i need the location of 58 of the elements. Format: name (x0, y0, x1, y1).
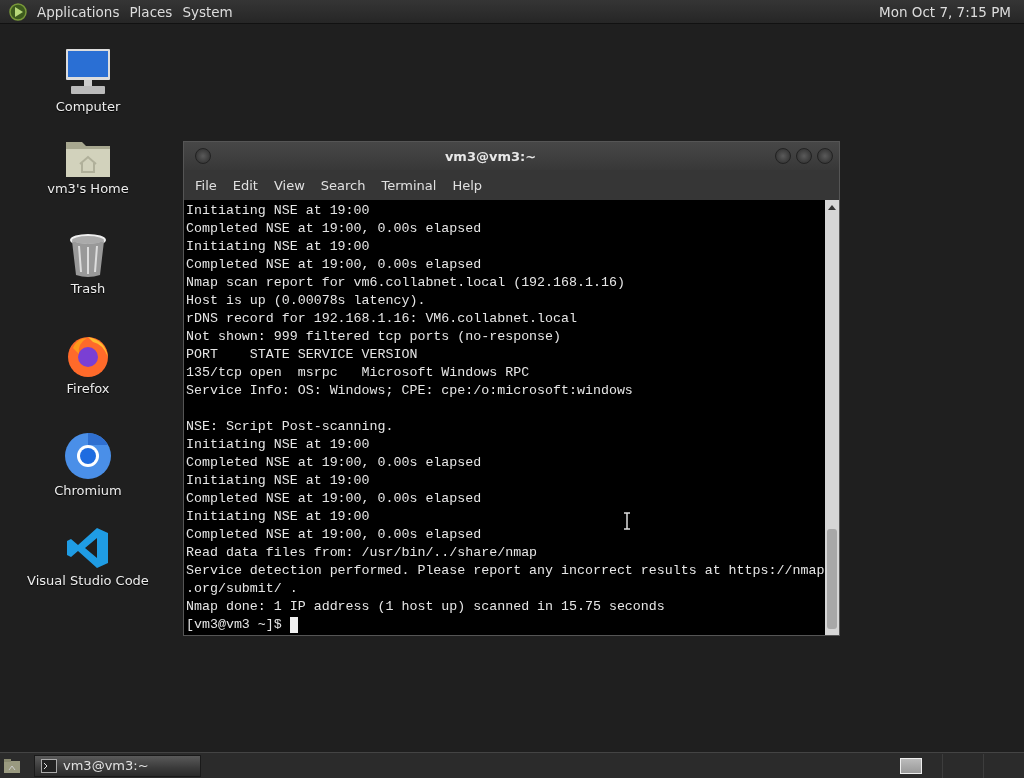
terminal-line: rDNS record for 192.168.1.16: VM6.collabnet.local (186, 310, 577, 328)
chromium-icon (64, 432, 112, 480)
trash-icon (69, 234, 107, 278)
terminal-line: Completed NSE at 19:00, 0.00s elapsed (186, 256, 482, 274)
terminal-line: NSE: Script Post-scanning. (186, 418, 394, 436)
terminal-line: Host is up (0.00078s latency). (186, 292, 426, 310)
terminal-line: Completed NSE at 19:00, 0.00s elapsed (186, 526, 482, 544)
i-beam-cursor-icon (623, 512, 631, 530)
terminal-line: Completed NSE at 19:00, 0.00s elapsed (186, 220, 482, 238)
computer-icon (63, 48, 113, 96)
menu-item[interactable]: Help (444, 177, 491, 193)
menu-item[interactable]: Terminal (373, 177, 445, 193)
terminal-line: PORT STATE SERVICE VERSION (186, 346, 418, 364)
taskbar-button[interactable]: vm3@vm3:~ (34, 754, 201, 777)
terminal-line: Service detection performed. Please report any incorrect results at https://nmap (186, 562, 825, 580)
scrollbar[interactable] (825, 200, 839, 635)
terminal-line: .org/submit/ . (186, 580, 298, 598)
panel-menu[interactable]: System (177, 3, 238, 20)
terminal-line: Initiating NSE at 19:00 (186, 238, 370, 256)
terminal-icon (41, 758, 57, 773)
panel-menu[interactable]: Places (124, 3, 178, 20)
terminal-line: Initiating NSE at 19:00 (186, 436, 370, 454)
terminal-line: Initiating NSE at 19:00 (186, 508, 370, 526)
terminal-line: Service Info: OS: Windows; CPE: cpe:/o:microsoft:windows (186, 382, 633, 400)
text-cursor (289, 617, 298, 633)
close-button[interactable] (817, 148, 833, 164)
minimize-button[interactable] (775, 148, 791, 164)
menu-item[interactable]: View (265, 177, 313, 193)
terminal-line: Nmap done: 1 IP address (1 host up) scanned in 15.75 seconds (186, 598, 665, 616)
workspace-switcher[interactable] (900, 757, 922, 774)
shell-prompt: [vm3@vm3 ~]$ (186, 616, 282, 634)
desktop-icon-label[interactable]: vm3's Home (47, 181, 129, 196)
desktop-icon-label[interactable]: Visual Studio Code (27, 573, 149, 588)
code-editor-icon (66, 526, 110, 570)
terminal-line: Completed NSE at 19:00, 0.00s elapsed (186, 490, 482, 508)
panel-menu[interactable]: Applications (32, 3, 125, 20)
window-title: vm3@vm3:~ (443, 148, 538, 164)
terminal-line: Initiating NSE at 19:00 (186, 202, 370, 220)
scrollbar-thumb[interactable] (827, 529, 837, 629)
desktop-icon-label[interactable]: Trash (70, 281, 106, 296)
menu-item[interactable]: Search (312, 177, 374, 193)
maximize-button[interactable] (796, 148, 812, 164)
terminal-line: Completed NSE at 19:00, 0.00s elapsed (186, 454, 482, 472)
app-menu-logo-icon[interactable] (8, 1, 28, 22)
terminal-line: Initiating NSE at 19:00 (186, 472, 370, 490)
terminal-line: Nmap scan report for vm6.collabnet.local (192.168.1.16) (186, 274, 625, 292)
terminal-line: Not shown: 999 filtered tcp ports (no-response) (186, 328, 562, 346)
show-desktop-icon[interactable] (3, 757, 21, 774)
desktop-icon-label[interactable]: Computer (55, 99, 121, 114)
desktop-icon-label[interactable]: Firefox (66, 381, 110, 396)
menu-item[interactable]: Edit (224, 177, 266, 193)
terminal-line: Read data files from: /usr/bin/../share/nmap (186, 544, 538, 562)
desktop-icon-label[interactable]: Chromium (54, 483, 122, 498)
terminal-line: 135/tcp open msrpc Microsoft Windows RPC (186, 364, 530, 382)
clock[interactable]: Mon Oct 7, 7:15 PM (874, 3, 1016, 20)
scroll-up-arrow-icon[interactable] (827, 203, 837, 211)
menu-item[interactable]: File (187, 177, 225, 193)
window-menu-button[interactable] (195, 148, 211, 164)
